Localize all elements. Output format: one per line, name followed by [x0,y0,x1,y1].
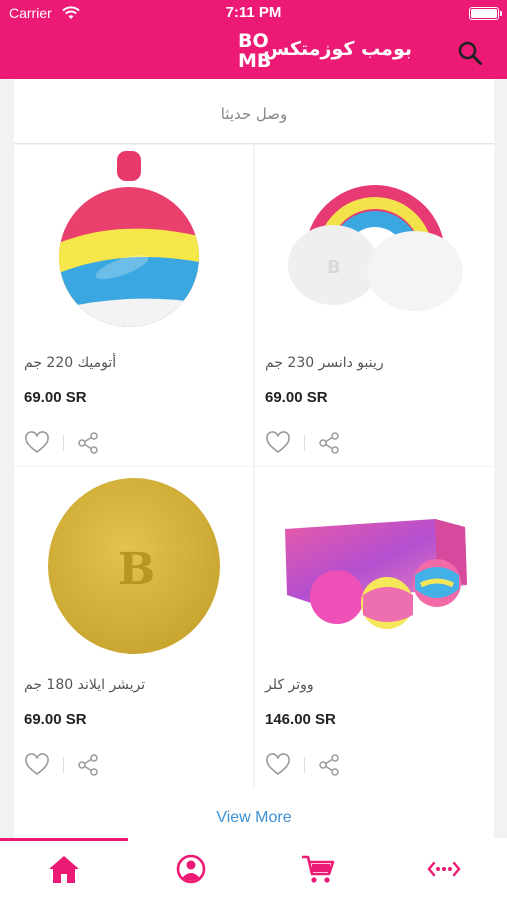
product-card[interactable]: ووتر كلر 146.00 SR [255,467,494,788]
share-icon[interactable] [76,753,100,777]
share-icon[interactable] [76,431,100,455]
action-divider [63,435,64,451]
action-divider [304,757,305,773]
brand-name: بومب كوزمتكس [263,38,412,60]
product-price: 146.00 SR [265,711,336,728]
cart-icon[interactable] [300,852,336,886]
status-time: 7:11 PM [225,4,282,21]
profile-icon[interactable] [173,852,209,886]
home-icon[interactable] [46,852,82,886]
product-image[interactable]: B [14,467,253,657]
share-icon[interactable] [317,753,341,777]
product-price: 69.00 SR [24,389,87,406]
product-card[interactable]: أتوميك 220 جم 69.00 SR [14,145,253,466]
product-name: رينبو دانسر 230 جم [265,355,384,371]
action-divider [63,757,64,773]
product-name: تريشر ايلاند 180 جم [24,677,146,693]
card-actions [265,752,365,778]
product-list: وصل حديثا أتوميك 220 جم 69.00 SR B رينبو… [14,79,494,840]
search-icon[interactable] [457,40,483,66]
heart-icon[interactable] [24,752,50,778]
bottom-tab-bar [0,838,507,900]
heart-icon[interactable] [24,430,50,456]
product-price: 69.00 SR [265,389,328,406]
card-actions [24,430,124,456]
product-name: أتوميك 220 جم [24,355,117,371]
share-icon[interactable] [317,431,341,455]
heart-icon[interactable] [265,430,291,456]
battery-icon [469,7,502,20]
product-image[interactable] [255,467,494,657]
active-tab-indicator [0,838,128,841]
app-header: Carrier 7:11 PM BO MB بومب كوزمتكس [0,0,507,79]
heart-icon[interactable] [265,752,291,778]
card-actions [265,430,365,456]
product-image[interactable]: B [255,145,494,335]
svg-text:B: B [327,257,341,278]
more-icon[interactable] [426,852,462,886]
action-divider [304,435,305,451]
status-bar: Carrier 7:11 PM [0,0,507,28]
svg-text:B: B [118,544,155,595]
product-card[interactable]: B تريشر ايلاند 180 جم 69.00 SR [14,467,253,788]
product-image[interactable] [14,145,253,335]
card-actions [24,752,124,778]
product-price: 69.00 SR [24,711,87,728]
product-name: ووتر كلر [265,677,314,693]
section-title: وصل حديثا [14,79,494,144]
product-card[interactable]: B رينبو دانسر 230 جم 69.00 SR [255,145,494,466]
view-more-link[interactable]: View More [14,788,494,840]
